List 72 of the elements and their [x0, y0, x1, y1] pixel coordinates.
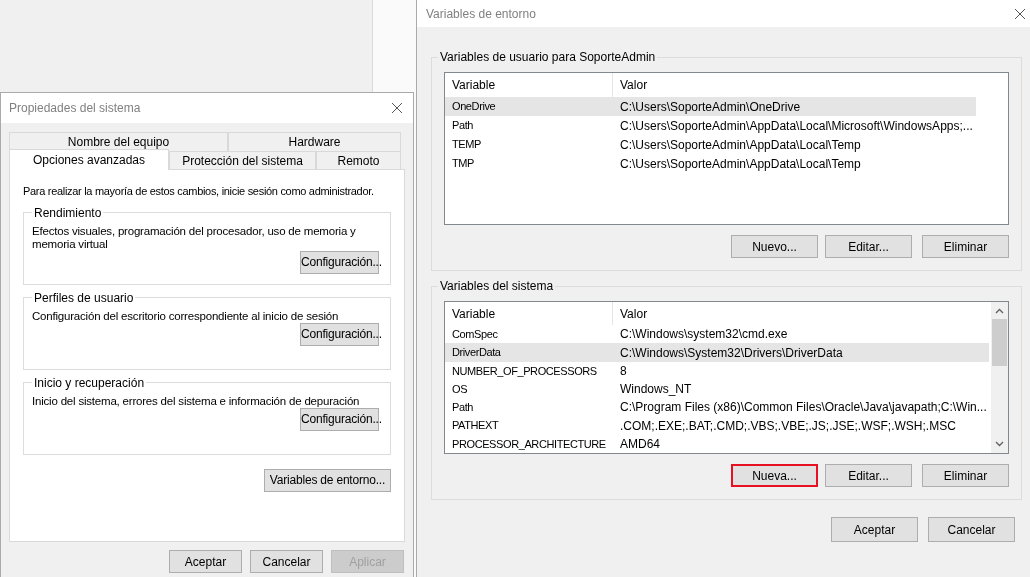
list-row[interactable]: OneDrive C:\Users\SoporteAdmin\OneDrive: [445, 97, 976, 116]
group-title: Rendimiento: [33, 204, 103, 222]
variable-name: TMP: [451, 156, 476, 172]
notice-text: Para realizar la mayoría de estos cambios, inicie sesión como administrador.: [23, 184, 374, 199]
variable-name: OneDrive: [451, 99, 497, 115]
variable-value: C:\Users\SoporteAdmin\AppData\Local\Microsoft\WindowsApps;...: [619, 117, 973, 135]
dialog-button[interactable]: Configuración...: [300, 250, 379, 274]
variable-value: 8: [619, 362, 627, 380]
column-header[interactable]: Variable: [445, 302, 613, 326]
variable-name: Path: [451, 118, 475, 134]
variable-name: OS: [451, 381, 469, 397]
list-row[interactable]: Path C:\Program Files (x86)\Common Files\Oracle\Java\javapath;C:\Win...: [445, 398, 989, 417]
list-row[interactable]: NUMBER_OF_PROCESSORS 8: [445, 361, 989, 380]
variable-value: Windows_NT: [619, 381, 692, 399]
dialog-button[interactable]: Cancelar: [928, 517, 1015, 542]
variable-name: DriverData: [451, 345, 502, 361]
variable-value: C:\Program Files (x86)\Common Files\Oracle\Java\javapath;C:\Win...: [619, 399, 987, 417]
variable-value: .COM;.EXE;.BAT;.CMD;.VBS;.VBE;.JS;.JSE;.WSF;.WSH;.MSC: [619, 417, 956, 435]
group-title: Variables del sistema: [439, 278, 555, 295]
list-row[interactable]: Path C:\Users\SoporteAdmin\AppData\Local\Microsoft\WindowsApps;...: [445, 116, 976, 135]
dialog-button[interactable]: Editar...: [825, 464, 912, 487]
column-header[interactable]: Valor: [613, 73, 978, 97]
variable-name: Path: [451, 400, 475, 416]
variable-name: PROCESSOR_ARCHITECTURE: [451, 436, 607, 452]
list-row[interactable]: TMP C:\Users\SoporteAdmin\AppData\Local\Temp: [445, 154, 976, 173]
dialog-button[interactable]: Aceptar: [169, 550, 242, 573]
scroll-down-icon[interactable]: [995, 441, 1004, 447]
close-icon[interactable]: [391, 102, 403, 114]
scroll-thumb[interactable]: [992, 319, 1007, 366]
variable-name: PATHEXT: [451, 418, 500, 434]
variable-value: AMD64: [619, 435, 660, 453]
list-row[interactable]: OS Windows_NT: [445, 379, 989, 399]
group-title: Inicio y recuperación: [33, 374, 146, 392]
dialog-button[interactable]: Nuevo...: [731, 235, 818, 258]
list-row[interactable]: ComSpec C:\Windows\system32\cmd.exe: [445, 325, 989, 344]
tab[interactable]: Remoto: [316, 151, 401, 171]
column-header[interactable]: Valor: [613, 302, 991, 326]
group-description: Configuración del escritorio correspondiente al inicio de sesión: [32, 309, 340, 323]
scroll-up-icon[interactable]: [995, 308, 1004, 314]
window-title: Propiedades del sistema: [9, 100, 141, 117]
dialog-button[interactable]: Configuración...: [300, 407, 379, 431]
variable-value: C:\Windows\system32\cmd.exe: [619, 326, 788, 344]
window-title: Variables de entorno: [426, 5, 536, 23]
list-row[interactable]: DriverData C:\Windows\System32\Drivers\DriverData: [445, 343, 989, 362]
group-description: Efectos visuales, programación del procesador, uso de memoria y memoria virtual: [32, 224, 357, 251]
dialog-button[interactable]: Cancelar: [250, 550, 323, 573]
variable-value: C:\Users\SoporteAdmin\OneDrive: [619, 98, 801, 116]
tab[interactable]: Protección del sistema: [169, 151, 316, 171]
variable-name: TEMP: [451, 137, 482, 153]
dialog-button[interactable]: Aceptar: [831, 517, 918, 542]
dialog-button[interactable]: Configuración...: [300, 322, 379, 346]
close-icon[interactable]: [1014, 7, 1026, 20]
tab[interactable]: Opciones avanzadas: [9, 149, 169, 170]
variable-name: NUMBER_OF_PROCESSORS: [451, 363, 598, 379]
dialog-button[interactable]: Editar...: [825, 235, 912, 258]
list-row[interactable]: PATHEXT .COM;.EXE;.BAT;.CMD;.VBS;.VBE;.JS;.JSE;.WSF;.WSH;.MSC: [445, 416, 989, 435]
list-row[interactable]: PROCESSOR_ARCHITECTURE AMD64: [445, 434, 989, 453]
scrollbar[interactable]: [991, 302, 1008, 453]
variable-value: C:\Windows\System32\Drivers\DriverData: [619, 344, 843, 362]
variable-value: C:\Users\SoporteAdmin\AppData\Local\Temp: [619, 155, 861, 173]
dialog-button[interactable]: Eliminar: [922, 235, 1009, 258]
tab[interactable]: Hardware: [228, 132, 401, 152]
dialog-button[interactable]: Nueva...: [731, 464, 818, 487]
variable-value: C:\Users\SoporteAdmin\AppData\Local\Temp: [619, 136, 861, 154]
variable-name: ComSpec: [451, 326, 499, 342]
tab[interactable]: Nombre del equipo: [9, 132, 228, 152]
dialog-button[interactable]: Variables de entorno...: [264, 468, 391, 492]
group-title: Variables de usuario para SoporteAdmin: [439, 49, 657, 66]
group-description: Inicio del sistema, errores del sistema e información de depuración: [32, 394, 361, 408]
list-row[interactable]: TEMP C:\Users\SoporteAdmin\AppData\Local\Temp: [445, 135, 976, 154]
dialog-button[interactable]: Eliminar: [922, 464, 1009, 487]
group-title: Perfiles de usuario: [33, 289, 135, 307]
